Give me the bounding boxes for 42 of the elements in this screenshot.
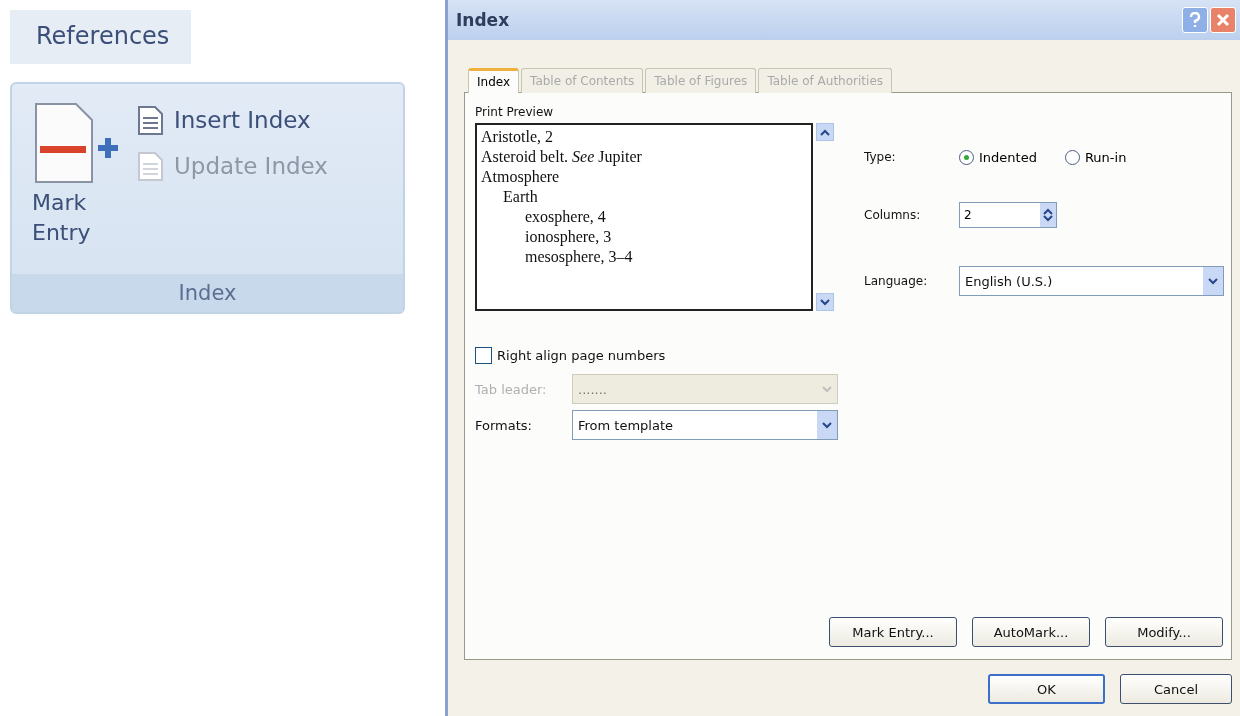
formats-select[interactable]: From template <box>572 410 838 440</box>
ok-button[interactable]: OK <box>988 674 1105 704</box>
type-label: Type: <box>864 150 897 165</box>
group-label: Index <box>12 274 403 312</box>
ribbon-tab[interactable]: References <box>10 10 192 64</box>
index-command[interactable]: Insert Index <box>136 104 328 136</box>
columns-spinner[interactable]: 2 <box>959 202 1057 229</box>
dialog-button[interactable]: Modify... <box>1105 617 1223 647</box>
radio-option[interactable]: Indented <box>959 149 1037 165</box>
radio-label: Indented <box>979 149 1037 165</box>
dialog-button[interactable]: Mark Entry... <box>829 617 957 647</box>
scroll-up-icon <box>1043 208 1053 216</box>
close-icon <box>1216 13 1230 27</box>
index-entry: Aristotle, 2 <box>481 127 554 147</box>
window-title: Index <box>456 10 510 30</box>
help-icon <box>1189 12 1201 28</box>
dialog-button[interactable]: AutoMark... <box>972 617 1090 647</box>
dialog-tab[interactable]: Index <box>468 68 520 93</box>
radio-label: Run-in <box>1084 149 1127 165</box>
scrollbar[interactable] <box>816 123 834 311</box>
columns-label: Columns: <box>864 208 922 223</box>
checkbox-label: Right align page numbers <box>497 348 666 363</box>
index-entry: ionosphere, 3 <box>524 227 613 247</box>
language-select[interactable]: English (U.S.) <box>959 266 1224 297</box>
scroll-up-icon <box>820 128 830 136</box>
cancel-button[interactable]: Cancel <box>1120 674 1232 704</box>
index-entry: Earth <box>502 187 539 207</box>
index-entry: Atmosphere <box>481 167 561 187</box>
index-entry: mesosphere, 3–4 <box>524 247 634 267</box>
radio-option[interactable]: Run-in <box>1064 149 1127 165</box>
print-preview-label: Print Preview <box>475 105 555 119</box>
formats-label: Formats: <box>475 417 533 433</box>
document-icon <box>136 104 166 136</box>
checkbox[interactable] <box>475 347 492 364</box>
index-entry: Asteroid belt. See Jupiter <box>481 147 643 167</box>
mark-entry-button[interactable]: Mark Entry <box>32 102 124 274</box>
close-button[interactable] <box>1210 7 1236 33</box>
document-icon <box>136 150 166 182</box>
tab-leader-label: Tab leader: <box>475 381 548 397</box>
language-label: Language: <box>864 274 929 289</box>
help-button[interactable] <box>1182 7 1208 33</box>
index-entry: exosphere, 4 <box>524 207 607 227</box>
